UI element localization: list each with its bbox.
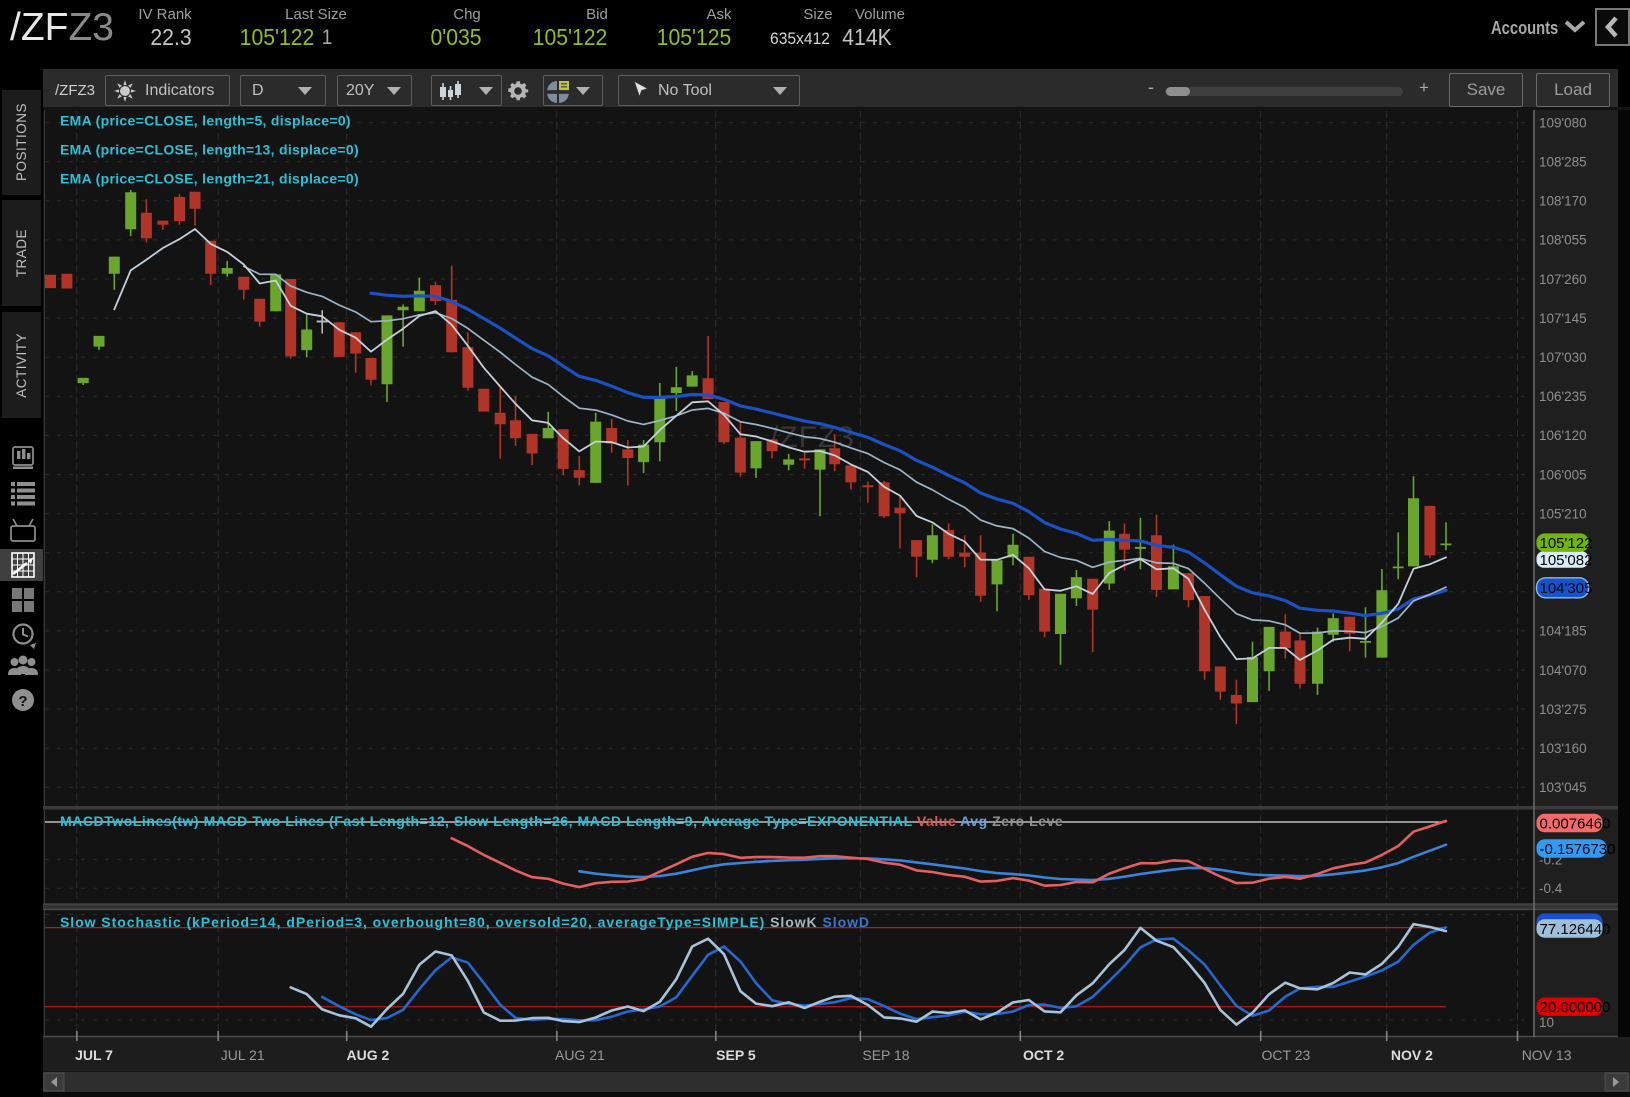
svg-text:106'235: 106'235 [1539, 389, 1587, 404]
svg-text:OCT 2: OCT 2 [1023, 1047, 1064, 1063]
svg-text:105'082: 105'082 [1540, 552, 1593, 569]
svg-text:AUG 21: AUG 21 [555, 1047, 605, 1063]
svg-text:SEP 18: SEP 18 [862, 1047, 909, 1063]
svg-text:SEP 5: SEP 5 [716, 1047, 756, 1063]
svg-text:Slow Stochastic (kPeriod=14, d: Slow Stochastic (kPeriod=14, dPeriod=3, … [60, 914, 870, 930]
svg-text:104'185: 104'185 [1539, 624, 1587, 639]
svg-text:-0.4: -0.4 [1539, 881, 1563, 896]
svg-text:107'260: 107'260 [1539, 272, 1587, 287]
svg-text:103'160: 103'160 [1539, 741, 1587, 756]
svg-text:103'275: 103'275 [1539, 702, 1587, 717]
svg-text:20.000000: 20.000000 [1540, 999, 1611, 1016]
svg-text:108'170: 108'170 [1539, 194, 1587, 209]
svg-text:AUG 2: AUG 2 [347, 1047, 390, 1063]
svg-text:NOV 2: NOV 2 [1391, 1047, 1433, 1063]
svg-text:EMA (price=CLOSE, length=13, d: EMA (price=CLOSE, length=13, displace=0) [60, 142, 359, 158]
svg-text:0.0076460: 0.0076460 [1540, 815, 1611, 832]
svg-text:107'145: 107'145 [1539, 311, 1587, 326]
svg-text:108'055: 108'055 [1539, 233, 1587, 248]
svg-text:NOV 13: NOV 13 [1522, 1047, 1572, 1063]
svg-text:104'070: 104'070 [1539, 663, 1587, 678]
svg-text:109'080: 109'080 [1539, 115, 1587, 130]
svg-text:106'005: 106'005 [1539, 467, 1587, 482]
svg-text:MACDTwoLines(tw) MACD Two Line: MACDTwoLines(tw) MACD Two Lines (Fast Le… [60, 813, 1063, 829]
svg-text:EMA (price=CLOSE, length=21, d: EMA (price=CLOSE, length=21, displace=0) [60, 171, 359, 187]
svg-text:EMA (price=CLOSE, length=5, di: EMA (price=CLOSE, length=5, displace=0) [60, 113, 351, 129]
svg-text:104'305: 104'305 [1540, 580, 1593, 597]
svg-text:JUL 7: JUL 7 [75, 1047, 113, 1063]
svg-text:-0.1576730: -0.1576730 [1540, 841, 1616, 858]
svg-text:108'285: 108'285 [1539, 155, 1587, 170]
svg-text:105'210: 105'210 [1539, 506, 1587, 521]
svg-text:JUL 21: JUL 21 [221, 1047, 265, 1063]
svg-text:106'120: 106'120 [1539, 428, 1587, 443]
svg-text:107'030: 107'030 [1539, 350, 1587, 365]
svg-text:OCT 23: OCT 23 [1262, 1047, 1311, 1063]
svg-text:105'122: 105'122 [1540, 535, 1593, 552]
svg-text:10: 10 [1539, 1015, 1554, 1030]
svg-text:103'045: 103'045 [1539, 780, 1587, 795]
svg-text:77.126440: 77.126440 [1540, 921, 1611, 938]
